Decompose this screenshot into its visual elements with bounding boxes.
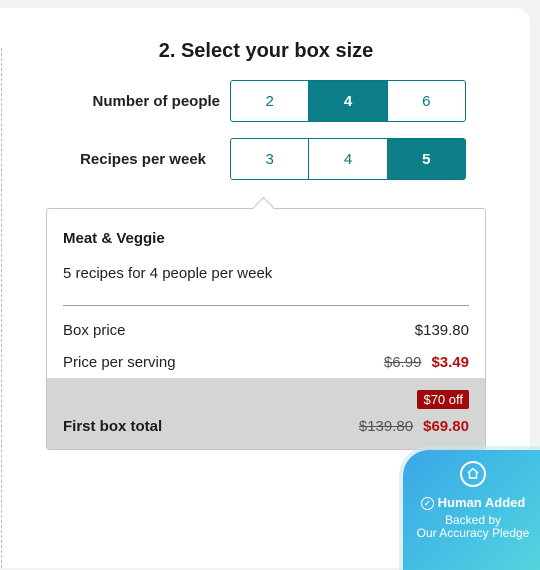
- check-circle-icon: ✓: [420, 497, 434, 510]
- dashed-divider: [1, 48, 2, 568]
- box-price-label: Box price: [63, 322, 126, 339]
- summary-divider: [63, 305, 469, 306]
- first-box-label: First box total: [63, 418, 163, 435]
- price-summary-panel: Meat & Veggie 5 recipes for 4 people per…: [46, 208, 486, 450]
- people-option-4[interactable]: 4: [308, 81, 387, 121]
- per-serving-label: Price per serving: [63, 354, 176, 371]
- per-serving-new-price: $3.49: [431, 354, 469, 371]
- people-selector: 2 4 6: [230, 80, 466, 122]
- recipes-option-3[interactable]: 3: [231, 139, 308, 179]
- people-option-6[interactable]: 6: [386, 81, 465, 121]
- plan-name: Meat & Veggie: [63, 230, 165, 247]
- recipes-label: Recipes per week: [80, 151, 206, 168]
- recipes-option-4[interactable]: 4: [308, 139, 386, 179]
- recipes-option-5[interactable]: 5: [386, 139, 465, 179]
- section-title: 2. Select your box size: [158, 40, 374, 62]
- box-price-value: $139.80: [414, 322, 469, 339]
- pledge-line-2: Our Accuracy Pledge: [416, 526, 530, 540]
- first-box-total-section: $70 off First box total $139.80 $69.80: [47, 378, 485, 449]
- home-icon: [460, 461, 486, 487]
- box-price-row: Box price $139.80: [63, 322, 469, 339]
- plan-description: 5 recipes for 4 people per week: [63, 265, 273, 282]
- per-serving-row: Price per serving $6.99 $3.49: [63, 354, 469, 371]
- per-serving-old-price: $6.99: [383, 354, 422, 371]
- first-box-old-price: $139.80: [358, 418, 414, 435]
- pledge-title: Human Added: [437, 495, 526, 510]
- accuracy-pledge-widget[interactable]: ✓ Human Added Backed by Our Accuracy Pled…: [403, 450, 540, 570]
- people-label: Number of people: [92, 93, 220, 110]
- discount-badge: $70 off: [417, 390, 469, 409]
- first-box-new-price: $69.80: [423, 418, 469, 435]
- recipes-selector: 3 4 5: [230, 138, 466, 180]
- people-option-2[interactable]: 2: [231, 81, 308, 121]
